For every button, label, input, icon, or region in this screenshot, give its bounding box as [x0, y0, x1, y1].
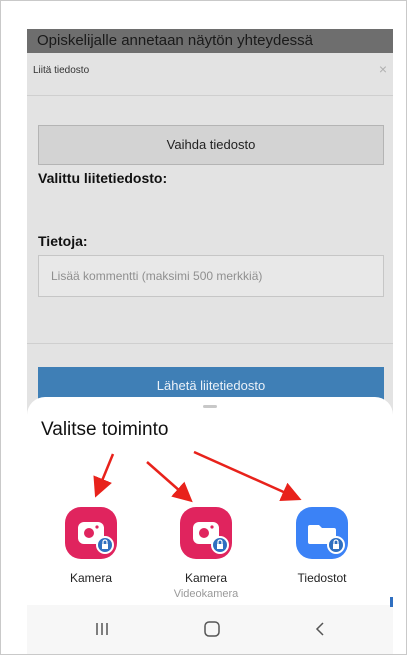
comment-input[interactable]: Lisää kommentti (maksimi 500 merkkiä)	[38, 255, 384, 297]
change-file-button[interactable]: Vaihda tiedosto	[38, 125, 384, 165]
app-label: Kamera	[184, 571, 228, 585]
recent-apps-icon[interactable]	[87, 615, 117, 643]
phone-screen: Opiskelijalle annetaan näytön yhteydessä…	[27, 29, 393, 654]
scroll-indicator	[390, 597, 393, 607]
screenshot-frame: Opiskelijalle annetaan näytön yhteydessä…	[0, 0, 407, 655]
folder-icon	[296, 507, 348, 559]
sheet-title: Valitse toiminto	[41, 419, 169, 440]
app-sublabel: Videokamera	[173, 588, 239, 600]
divider	[27, 95, 393, 96]
info-label: Tietoja:	[38, 233, 88, 249]
video-camera-icon	[180, 507, 232, 559]
android-navigation-bar	[27, 605, 393, 654]
background-page-text: Opiskelijalle annetaan näytön yhteydessä	[27, 29, 393, 53]
app-option-camera[interactable]: Kamera	[46, 507, 136, 588]
back-icon[interactable]	[305, 615, 335, 643]
app-label: Kamera	[69, 571, 113, 585]
dialog-title: Liitä tiedosto	[33, 65, 90, 76]
close-icon[interactable]: ×	[379, 61, 387, 77]
app-option-files[interactable]: Tiedostot	[277, 507, 367, 588]
selected-file-label: Valittu liitetiedosto:	[38, 170, 168, 186]
sheet-handle[interactable]	[203, 405, 217, 408]
app-option-video-camera[interactable]: Kamera Videokamera	[161, 507, 251, 600]
app-label: Tiedostot	[297, 571, 347, 585]
home-icon[interactable]	[197, 615, 227, 643]
camera-icon	[65, 507, 117, 559]
divider	[27, 343, 393, 344]
